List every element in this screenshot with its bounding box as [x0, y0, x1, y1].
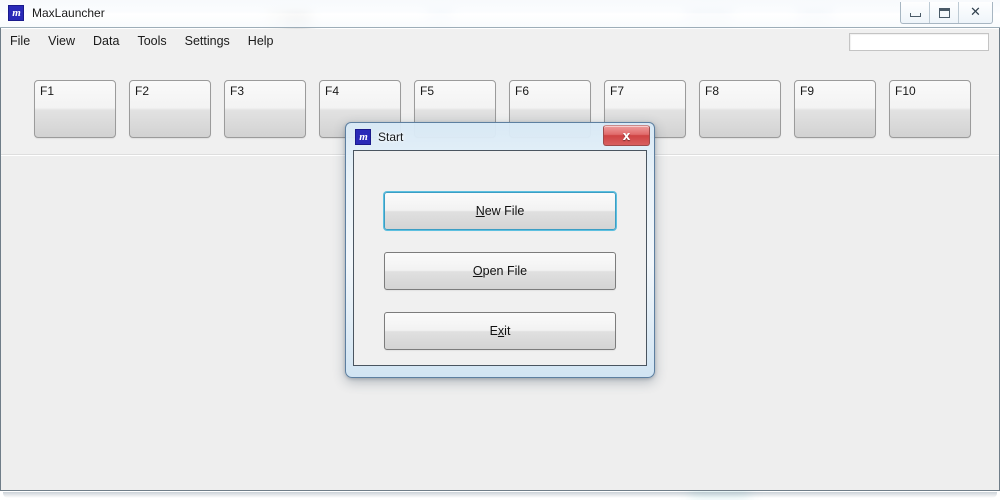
fkey-label: F7 [610, 84, 625, 98]
window-titlebar[interactable]: m MaxLauncher ✕ [0, 0, 1000, 28]
exit-label-rest: it [504, 324, 511, 338]
window-frame-bottom [0, 490, 1000, 491]
fkey-label: F1 [40, 84, 55, 98]
window-title-group: m MaxLauncher [8, 5, 105, 21]
fkey-label: F4 [325, 84, 340, 98]
fkey-label: F10 [895, 84, 916, 98]
start-dialog: m Start x New File Open File Exit [345, 122, 655, 378]
search-box-container [849, 32, 989, 51]
menu-item-view[interactable]: View [39, 31, 84, 51]
app-logo-icon: m [355, 129, 371, 145]
exit-label-pre: E [489, 324, 498, 338]
fkey-button-f2[interactable]: F2 [129, 80, 211, 138]
new-file-button[interactable]: New File [384, 192, 616, 230]
window-drop-shadow [3, 492, 997, 498]
fkey-button-f3[interactable]: F3 [224, 80, 306, 138]
menu-item-file[interactable]: File [1, 31, 39, 51]
app-logo-icon: m [8, 5, 24, 21]
open-file-label: Open File [473, 264, 527, 278]
fkey-label: F2 [135, 84, 150, 98]
new-file-mnemonic: N [475, 204, 485, 218]
close-button[interactable]: ✕ [959, 2, 992, 23]
fkey-label: F5 [420, 84, 435, 98]
menu-item-settings[interactable]: Settings [176, 31, 239, 51]
exit-label: Exit [490, 324, 511, 338]
window-title: MaxLauncher [32, 6, 105, 20]
dialog-body: New File Open File Exit [353, 150, 647, 366]
dialog-titlebar[interactable]: m Start x [346, 123, 654, 150]
close-icon: ✕ [970, 5, 981, 20]
fkey-label: F9 [800, 84, 815, 98]
minimize-icon [909, 12, 921, 17]
open-file-label-rest: pen File [482, 264, 528, 278]
exit-button[interactable]: Exit [384, 312, 616, 350]
maximize-button[interactable] [930, 2, 959, 23]
fkey-button-f1[interactable]: F1 [34, 80, 116, 138]
fkey-label: F6 [515, 84, 530, 98]
fkey-button-f8[interactable]: F8 [699, 80, 781, 138]
menu-item-data[interactable]: Data [84, 31, 128, 51]
dialog-title: Start [378, 130, 404, 144]
open-file-mnemonic: O [472, 264, 483, 278]
fkey-button-f9[interactable]: F9 [794, 80, 876, 138]
window-controls: ✕ [900, 2, 993, 24]
new-file-label-rest: ew File [484, 204, 525, 218]
fkey-label: F3 [230, 84, 245, 98]
dialog-title-group: m Start [355, 129, 403, 145]
maximize-icon [938, 7, 950, 18]
dialog-close-button[interactable]: x [603, 125, 650, 146]
search-input[interactable] [849, 33, 989, 51]
menu-item-help[interactable]: Help [239, 31, 283, 51]
close-icon: x [622, 128, 631, 143]
window-frame-left [0, 28, 1, 490]
fkey-label: F8 [705, 84, 720, 98]
open-file-button[interactable]: Open File [384, 252, 616, 290]
new-file-label: New File [476, 204, 525, 218]
fkey-button-f10[interactable]: F10 [889, 80, 971, 138]
menu-bar: File View Data Tools Settings Help [1, 29, 999, 53]
minimize-button[interactable] [901, 2, 930, 23]
menu-item-tools[interactable]: Tools [128, 31, 175, 51]
